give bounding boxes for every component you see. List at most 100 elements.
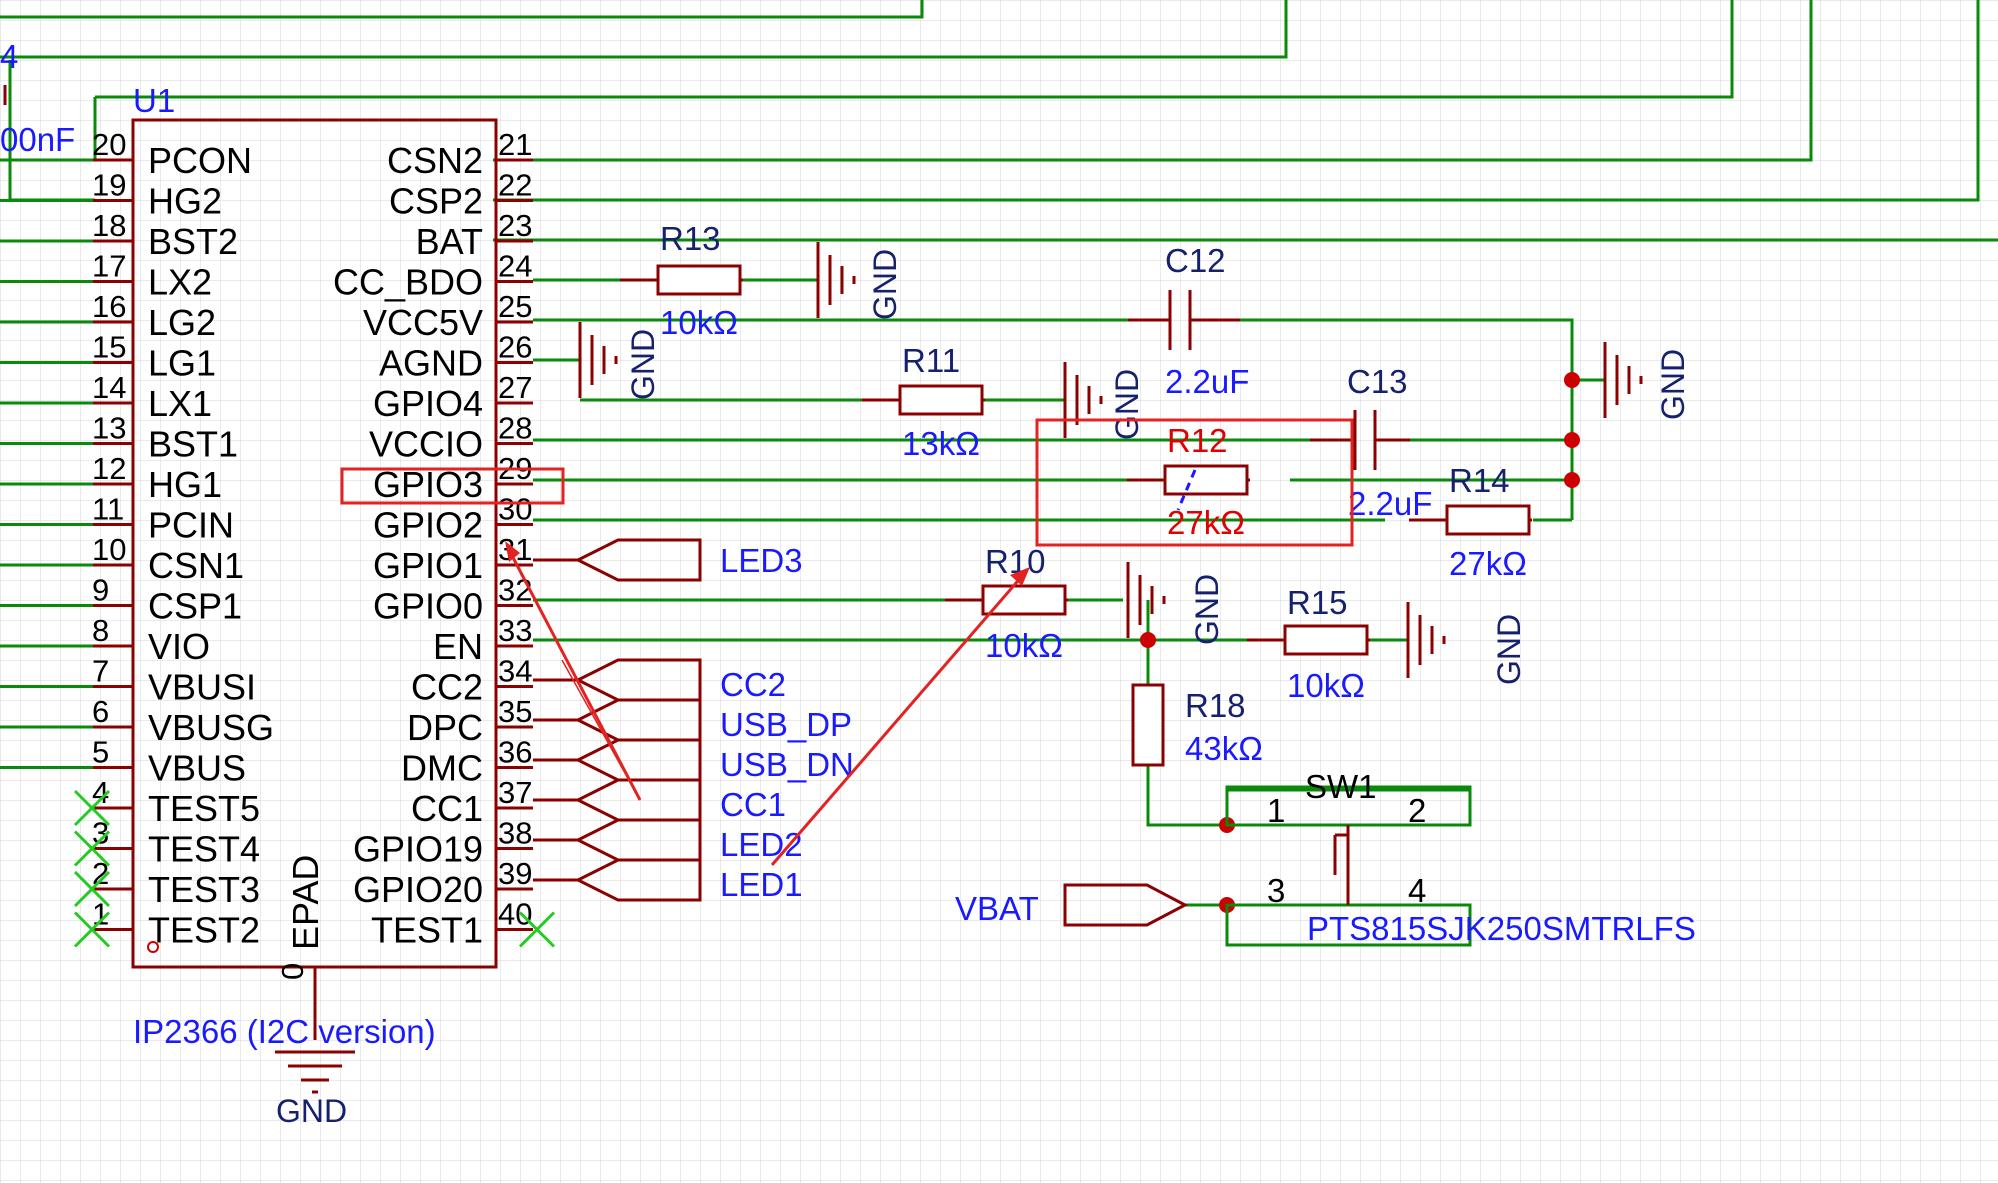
resistor-value: 10kΩ [660, 304, 738, 341]
resistor-body [1131, 683, 1165, 767]
sw1-pin1: 1 [1267, 792, 1285, 829]
pin-name-left: TEST2 [148, 910, 260, 951]
c12-ref: C12 [1165, 242, 1226, 279]
gnd-label-r13: GND [867, 249, 903, 320]
pin-name-left: LX1 [148, 383, 212, 424]
pin-name-right: BAT [416, 221, 483, 262]
pin-name-right: GPIO2 [373, 505, 483, 546]
pin-name-right: GPIO4 [373, 383, 483, 424]
resistor-value: 10kΩ [985, 627, 1063, 664]
pin-number-right: 28 [498, 411, 532, 446]
pin-name-right: CSN2 [387, 140, 483, 181]
pin-name-right: TEST1 [371, 910, 483, 951]
pin-name-left: CSP1 [148, 586, 242, 627]
sw1-part: PTS815SJK250SMTRLFS [1307, 910, 1696, 947]
pin-number-left: 19 [92, 168, 126, 203]
resistor-ref: R18 [1185, 687, 1246, 724]
pin-number-left: 5 [92, 735, 109, 770]
pin-number-right: 23 [498, 208, 532, 243]
pin-name-right: EN [433, 626, 483, 667]
net-flag-label: USB_DP [720, 706, 852, 743]
pin-number-right: 39 [498, 856, 532, 891]
pin-number-left: 8 [92, 613, 109, 648]
resistor-ref: R15 [1287, 584, 1348, 621]
pin-name-left: HG1 [148, 464, 222, 505]
left-cap-value-fragment: 00nF [0, 121, 75, 158]
pin-number-left: 6 [92, 694, 109, 729]
pin-number-right: 40 [498, 897, 532, 932]
gnd-label-right: GND [1655, 349, 1691, 420]
net-flag-label: VBAT [955, 890, 1039, 927]
pin-number-right: 30 [498, 492, 532, 527]
resistor-value: 43kΩ [1185, 730, 1263, 767]
pin-name-left: TEST3 [148, 869, 260, 910]
resistor-body [1163, 464, 1249, 496]
resistor-value: 13kΩ [902, 425, 980, 462]
resistor-value: 10kΩ [1287, 667, 1365, 704]
pin-name-right: GPIO1 [373, 545, 483, 586]
pin-name-right: GPIO19 [353, 829, 483, 870]
pin-number-left: 9 [92, 573, 109, 608]
pin-name-right: VCC5V [363, 302, 483, 343]
epad-name: EPAD [285, 855, 326, 950]
schematic-canvas: 4 00nF U1 IP2366 (I2C version) 20 PCON 19 H… [0, 0, 1998, 1183]
sw1-pin2: 2 [1408, 792, 1426, 829]
gnd-label-r11: GND [1109, 369, 1145, 440]
pin-name-left: BST2 [148, 221, 238, 262]
resistor-body [1283, 624, 1369, 656]
pin-number-right: 32 [498, 573, 532, 608]
net-flag-label: CC1 [720, 786, 786, 823]
pin-number-left: 12 [92, 451, 126, 486]
gnd-label-agnd: GND [625, 329, 661, 400]
pin-name-right: GPIO20 [353, 869, 483, 910]
pin-number-right: 25 [498, 289, 532, 324]
pin-name-left: LG1 [148, 343, 216, 384]
net-flag-label: CC2 [720, 666, 786, 703]
c12-value: 2.2uF [1165, 363, 1249, 400]
pin-name-left: BST1 [148, 424, 238, 465]
pin-number-right: 24 [498, 249, 532, 284]
pin-name-left: TEST5 [148, 788, 260, 829]
resistor-value: 27kΩ [1449, 545, 1527, 582]
pin-number-left: 16 [92, 289, 126, 324]
pin-number-right: 26 [498, 330, 532, 365]
pin-name-right: VCCIO [369, 424, 483, 465]
pin-name-right: GPIO0 [373, 586, 483, 627]
pin-number-left: 11 [92, 492, 124, 527]
pin-name-left: VBUSI [148, 667, 256, 708]
pin-name-right: CC1 [411, 788, 483, 829]
pin-name-right: DPC [407, 707, 483, 748]
left-ref-fragment: 4 [0, 38, 18, 75]
resistor-body [1445, 504, 1531, 536]
ic-part-number: IP2366 (I2C version) [133, 1013, 436, 1050]
pin-name-left: VIO [148, 626, 210, 667]
pin-name-right: AGND [379, 343, 483, 384]
resistor-ref: R12 [1167, 422, 1228, 459]
pin-name-left: VBUS [148, 748, 246, 789]
resistor-ref: R14 [1449, 462, 1510, 499]
pin-number-left: 20 [92, 127, 126, 162]
resistor-body [656, 264, 742, 296]
pin-name-left: HG2 [148, 181, 222, 222]
pin-number-right: 22 [498, 168, 532, 203]
pin-number-right: 35 [498, 694, 532, 729]
pin-name-left: PCIN [148, 505, 234, 546]
pin-number-right: 27 [498, 370, 532, 405]
pin-number-left: 10 [92, 532, 126, 567]
pin-name-left: LX2 [148, 262, 212, 303]
pin-name-left: TEST4 [148, 829, 260, 870]
pin-number-left: 15 [92, 330, 126, 365]
pin-number-right: 38 [498, 816, 532, 851]
pin-name-right: CC_BDO [333, 262, 483, 303]
resistor-ref: R11 [902, 342, 960, 379]
pin-number-right: 21 [498, 127, 532, 162]
schematic-svg: 4 00nF U1 IP2366 (I2C version) 20 PCON19 H… [0, 0, 1998, 1183]
pin-number-left: 14 [92, 370, 126, 405]
resistor-ref: R13 [660, 220, 721, 257]
resistor-body [981, 584, 1067, 616]
sw1-pin4: 4 [1408, 872, 1426, 909]
pin-name-left: VBUSG [148, 707, 274, 748]
net-flag-label: USB_DN [720, 746, 854, 783]
c13-value: 2.2uF [1348, 485, 1432, 522]
pin-name-right: CSP2 [389, 181, 483, 222]
